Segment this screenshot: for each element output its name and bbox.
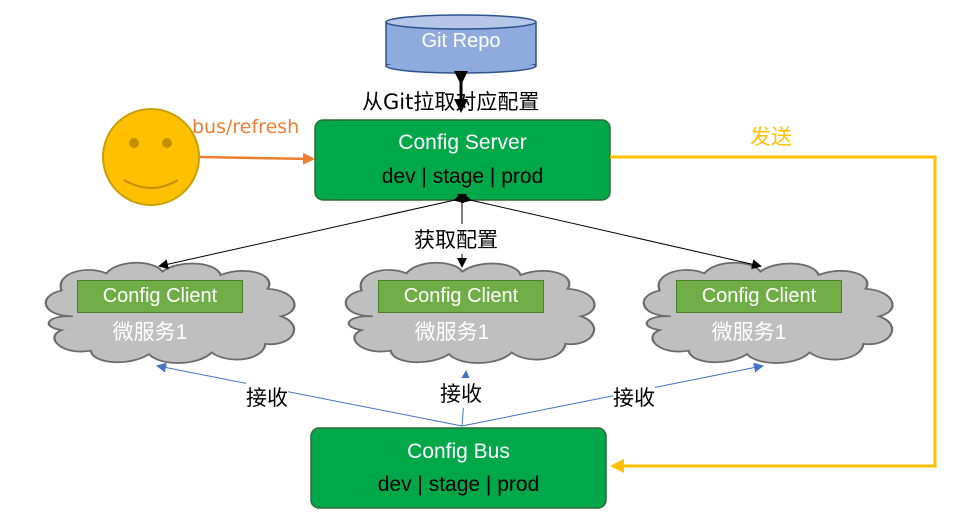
diagram-stage: Git Repo 从Git拉取对应配置 bus/refresh 发送 Confi…: [0, 0, 961, 527]
git-repo-label: Git Repo: [421, 30, 501, 52]
config-client-right: Config Client: [676, 280, 842, 313]
config-client-middle: Config Client: [378, 280, 544, 313]
config-client-left: Config Client: [77, 280, 243, 313]
smiley-face-icon: [102, 108, 200, 206]
microservice-label-right: 微服务1: [711, 321, 787, 344]
config-bus-envs: dev | stage | prod: [377, 473, 540, 496]
bus-refresh-label: bus/refresh: [192, 116, 300, 138]
fetch-config-label: 获取配置: [414, 224, 498, 254]
receive-label-middle: 接收: [440, 378, 482, 408]
microservice-label-left: 微服务1: [112, 321, 188, 344]
send-label: 发送: [750, 125, 792, 149]
receive-arrow-right: [461, 362, 764, 427]
bus-refresh-arrow: [199, 152, 315, 165]
receive-label-right: 接收: [613, 382, 655, 412]
config-server-envs: dev | stage | prod: [381, 165, 544, 188]
fetch-arrow-right: [461, 193, 762, 270]
fetch-arrow-left: [158, 193, 464, 270]
config-server-title: Config Server: [398, 131, 527, 154]
receive-label-left: 接收: [246, 382, 288, 412]
microservice-label-middle: 微服务1: [414, 321, 490, 344]
receive-arrow-left: [156, 362, 463, 427]
config-bus-title: Config Bus: [407, 440, 510, 463]
pull-from-git-label: 从Git拉取对应配置: [362, 90, 540, 114]
